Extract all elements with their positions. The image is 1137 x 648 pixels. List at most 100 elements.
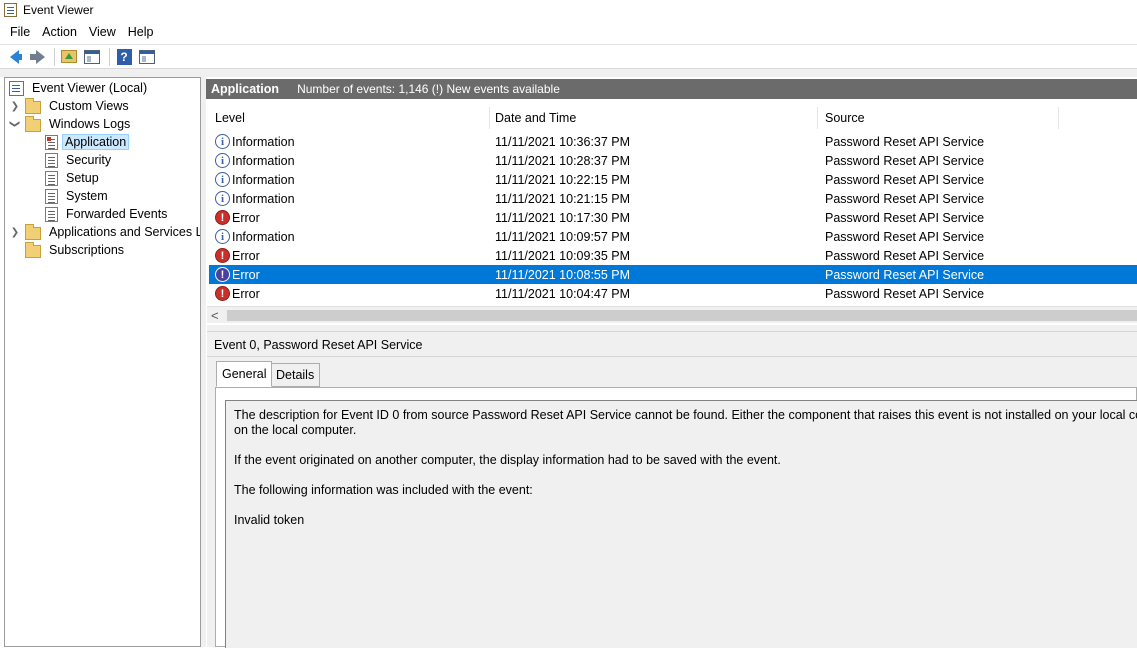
event-row[interactable]: i Information 11/11/2021 10:36:37 PM Passwo…: [209, 132, 1137, 151]
menu-file[interactable]: File: [4, 25, 36, 39]
toolbar-separator: [54, 47, 55, 66]
tab-general[interactable]: General: [216, 361, 273, 387]
tree-item-subscriptions[interactable]: Subscriptions: [25, 241, 128, 259]
event-detail-title: Event 0, Password Reset API Service: [214, 338, 423, 352]
toolbar-separator: [109, 47, 110, 66]
preview-splitter[interactable]: [207, 325, 1137, 332]
error-icon: !: [215, 286, 230, 301]
toolbar-divider: [0, 68, 1137, 77]
event-datetime-cell: 11/11/2021 10:22:15 PM: [495, 172, 631, 187]
column-header-source[interactable]: Source: [817, 107, 1059, 129]
event-row[interactable]: ! Error 11/11/2021 10:17:30 PM Password Res…: [209, 208, 1137, 227]
tree-item-system[interactable]: System: [45, 187, 112, 205]
tree-item-applications-and-services[interactable]: ❯ Applications and Services Logs: [9, 223, 200, 241]
event-level-cell: i Information: [215, 170, 295, 189]
event-level-label: Error: [232, 286, 260, 301]
toolbar: ?: [0, 44, 1137, 68]
horizontal-scrollbar[interactable]: <: [207, 306, 1137, 323]
forward-button[interactable]: [27, 47, 47, 67]
log-icon: [45, 152, 58, 168]
general-tab-panel: The description for Event ID 0 from sour…: [215, 387, 1137, 648]
event-datetime-cell: 11/11/2021 10:36:37 PM: [495, 134, 631, 149]
event-row[interactable]: i Information 11/11/2021 10:28:37 PM Passwo…: [209, 151, 1137, 170]
tree-item-security[interactable]: Security: [45, 151, 115, 169]
event-level-label: Information: [232, 191, 295, 206]
scrollbar-thumb[interactable]: [227, 310, 1137, 321]
tree-item-label: System: [66, 189, 108, 203]
tree-item-label: Setup: [66, 171, 99, 185]
subscriptions-icon: [25, 241, 41, 258]
tree-item-label: Security: [66, 153, 112, 167]
information-icon: i: [215, 229, 230, 244]
window-title: Event Viewer: [23, 3, 94, 17]
event-datetime-cell: 11/11/2021 10:09:35 PM: [495, 248, 631, 263]
show-hide-action-pane-button[interactable]: [137, 47, 157, 67]
event-source-cell: Password Reset API Service: [825, 153, 985, 168]
event-description-box[interactable]: The description for Event ID 0 from sour…: [225, 400, 1137, 648]
show-hide-console-tree-button[interactable]: [82, 47, 102, 67]
menu-action[interactable]: Action: [36, 25, 83, 39]
column-header-date-time[interactable]: Date and Time: [487, 107, 818, 129]
event-level-label: Information: [232, 229, 295, 244]
tree-item-setup[interactable]: Setup: [45, 169, 103, 187]
error-icon: !: [215, 248, 230, 263]
information-icon: i: [215, 191, 230, 206]
event-datetime-cell: 11/11/2021 10:08:55 PM: [495, 267, 631, 282]
information-icon: i: [215, 153, 230, 168]
event-row[interactable]: ! Error 11/11/2021 10:08:55 PM Password Res…: [209, 265, 1137, 284]
event-detail-pane: Event 0, Password Reset API Service Gene…: [207, 332, 1137, 648]
tree-item-application[interactable]: Application: [45, 133, 130, 151]
log-icon: [45, 188, 58, 204]
folder-up-icon: [61, 50, 77, 63]
chevron-down-icon[interactable]: ❯: [9, 118, 21, 130]
back-button[interactable]: [4, 47, 24, 67]
event-row[interactable]: ! Error 11/11/2021 10:04:47 PM Password Res…: [209, 284, 1137, 303]
description-paragraph: If the event originated on another compu…: [234, 453, 781, 467]
log-icon: [45, 170, 58, 186]
event-level-label: Error: [232, 210, 260, 225]
tree-item-label: Windows Logs: [49, 117, 131, 131]
pane-splitter[interactable]: [201, 77, 206, 647]
tree-item-label: Forwarded Events: [66, 207, 168, 221]
event-level-cell: i Information: [215, 189, 295, 208]
tree-item-forwarded-events[interactable]: Forwarded Events: [45, 205, 171, 223]
event-source-cell: Password Reset API Service: [825, 210, 985, 225]
tree-item-label: Event Viewer (Local): [32, 81, 148, 95]
event-viewer-app-icon: [4, 3, 17, 17]
chevron-right-icon[interactable]: ❯: [9, 226, 21, 238]
show-hide-action-pane-icon: [139, 49, 155, 64]
event-source-cell: Password Reset API Service: [825, 191, 985, 206]
event-level-cell: i Information: [215, 227, 295, 246]
scroll-left-icon[interactable]: <: [211, 308, 219, 323]
show-hide-tree-icon: [84, 49, 100, 64]
event-row[interactable]: ! Error 11/11/2021 10:09:35 PM Password Res…: [209, 246, 1137, 265]
event-row[interactable]: i Information 11/11/2021 10:21:15 PM Passwo…: [209, 189, 1137, 208]
event-datetime-cell: 11/11/2021 10:09:57 PM: [495, 229, 631, 244]
up-one-level-button[interactable]: [59, 47, 79, 67]
event-source-cell: Password Reset API Service: [825, 267, 985, 282]
event-row[interactable]: i Information 11/11/2021 10:09:57 PM Passwo…: [209, 227, 1137, 246]
tab-details[interactable]: Details: [270, 363, 321, 387]
tree-item-custom-views[interactable]: ❯ Custom Views: [9, 97, 133, 115]
event-source-cell: Password Reset API Service: [825, 286, 985, 301]
description-paragraph: The description for Event ID 0 from sour…: [234, 408, 1137, 437]
log-icon: [45, 206, 58, 222]
column-header-level[interactable]: Level: [207, 107, 490, 129]
chevron-right-icon[interactable]: ❯: [9, 100, 21, 112]
description-paragraph: Invalid token: [234, 513, 305, 527]
event-row[interactable]: i Information 11/11/2021 10:22:15 PM Passwo…: [209, 170, 1137, 189]
divider: [207, 356, 1137, 357]
menu-view[interactable]: View: [83, 25, 122, 39]
log-header-bar: Application Number of events: 1,146 (!) …: [206, 79, 1137, 99]
folder-icon: [25, 115, 41, 132]
folder-icon: [25, 223, 41, 240]
tree-item-label: Custom Views: [49, 99, 129, 113]
tree-item-windows-logs[interactable]: ❯ Windows Logs: [9, 115, 134, 133]
menu-help[interactable]: Help: [122, 25, 160, 39]
help-button[interactable]: ?: [114, 47, 134, 67]
event-count-info: Number of events: 1,146 (!) New events a…: [297, 82, 560, 96]
event-list: Level Date and Time Source i Information 1…: [207, 103, 1137, 325]
event-datetime-cell: 11/11/2021 10:17:30 PM: [495, 210, 631, 225]
event-level-cell: i Information: [215, 151, 295, 170]
tree-item-root[interactable]: Event Viewer (Local): [9, 79, 151, 97]
